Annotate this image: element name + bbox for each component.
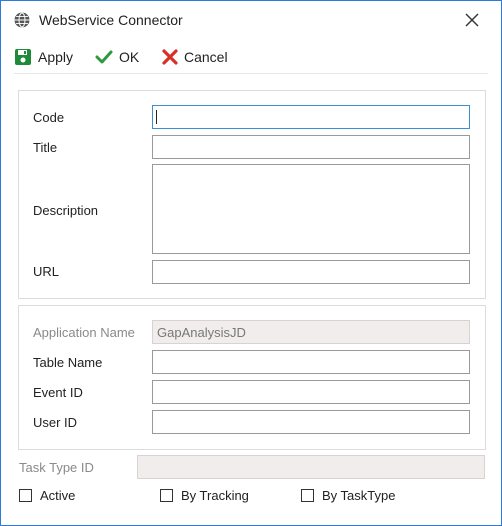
task-type-id-label: Task Type ID [19, 460, 94, 475]
globe-icon [14, 12, 30, 28]
by-tasktype-checkbox[interactable]: By TaskType [301, 488, 395, 503]
url-input[interactable] [152, 260, 470, 284]
event-id-label: Event ID [33, 385, 83, 400]
toolbar-divider [14, 73, 488, 74]
code-input[interactable] [152, 105, 470, 129]
title-label: Title [33, 140, 58, 155]
table-name-label: Table Name [33, 355, 103, 370]
active-checkbox-box[interactable] [19, 489, 32, 502]
by-tracking-label: By Tracking [181, 488, 249, 503]
window-title: WebService Connector [39, 12, 183, 28]
task-type-id-input [137, 455, 485, 479]
ok-label: OK [119, 49, 140, 65]
application-name-label: Application Name [33, 325, 135, 340]
ok-button[interactable]: OK [95, 47, 139, 67]
title-bar: WebService Connector [1, 1, 501, 39]
text-caret [156, 110, 157, 124]
save-icon [15, 49, 31, 65]
active-label: Active [40, 488, 76, 503]
apply-button[interactable]: Apply [14, 47, 73, 67]
user-id-input[interactable] [152, 410, 470, 434]
description-textarea[interactable] [152, 164, 470, 254]
code-label: Code [33, 110, 65, 125]
active-checkbox[interactable]: Active [19, 488, 75, 503]
cancel-button[interactable]: Cancel [162, 47, 228, 67]
by-tracking-checkbox-box[interactable] [160, 489, 173, 502]
description-label: Description [33, 203, 99, 218]
by-tracking-checkbox[interactable]: By Tracking [160, 488, 249, 503]
user-id-label: User ID [33, 415, 78, 430]
by-tasktype-checkbox-box[interactable] [301, 489, 314, 502]
webservice-connector-window: WebService Connector Apply OK Cancel Cod… [0, 0, 502, 526]
checkmark-icon [95, 50, 113, 64]
event-id-input[interactable] [152, 380, 470, 404]
close-icon [465, 13, 479, 27]
by-tasktype-label: By TaskType [322, 488, 396, 503]
apply-label: Apply [38, 49, 74, 65]
toolbar: Apply OK Cancel [1, 41, 501, 73]
title-input[interactable] [152, 135, 470, 159]
application-name-input [152, 320, 470, 344]
table-name-input[interactable] [152, 350, 470, 374]
cancel-x-icon [162, 49, 178, 65]
close-button[interactable] [461, 9, 483, 31]
cancel-label: Cancel [184, 49, 228, 65]
url-label: URL [33, 264, 60, 279]
